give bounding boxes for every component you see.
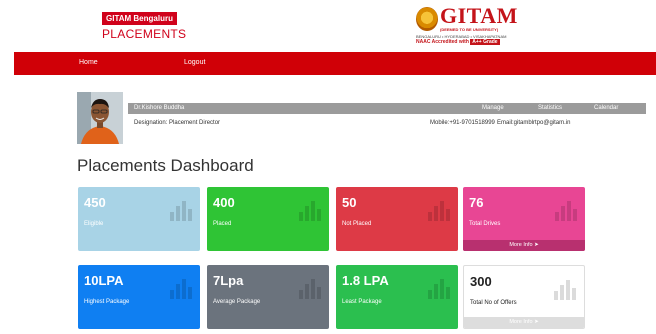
bar-chart-icon: [428, 201, 450, 221]
profile-mobile: Mobile:+91-9701518999: [430, 120, 495, 126]
tile-placed: 400 Placed: [207, 187, 329, 251]
more-info-link[interactable]: More Info ➤: [464, 317, 584, 328]
tile-value: 10LPA: [84, 273, 124, 288]
bar-chart-icon: [428, 279, 450, 299]
tile-value: 400: [213, 195, 235, 210]
arrow-circle-right-icon: ➤: [534, 319, 539, 325]
link-manage[interactable]: Manage: [482, 105, 504, 111]
nav-home[interactable]: Home: [79, 59, 98, 66]
profile-bar: Dr.Kishore Buddha Manage Statistics Cale…: [128, 103, 646, 114]
gitam-logo: GITAM (DEEMED TO BE UNIVERSITY) BENGALUR…: [416, 3, 528, 48]
tile-total-drives: 76 Total Drives More Info ➤: [463, 187, 585, 251]
link-statistics[interactable]: Statistics: [538, 105, 562, 111]
more-info-label: More Info: [509, 319, 533, 325]
tile-label: Total No of Offers: [470, 300, 517, 306]
tile-eligible: 450 Eligible: [78, 187, 200, 251]
tile-label: Average Package: [213, 299, 261, 305]
page-title: Placements Dashboard: [77, 156, 254, 175]
gitam-seal-icon: [416, 7, 438, 31]
arrow-circle-right-icon: ➤: [534, 242, 539, 248]
bar-chart-icon: [299, 279, 321, 299]
logo-university: (DEEMED TO BE UNIVERSITY): [440, 27, 499, 32]
tile-value: 300: [470, 274, 492, 289]
tile-average-package: 7Lpa Average Package: [207, 265, 329, 329]
tile-value: 7Lpa: [213, 273, 244, 288]
tile-label: Placed: [213, 221, 232, 227]
bar-chart-icon: [554, 280, 576, 300]
top-nav: Home Logout: [14, 52, 656, 75]
more-info-link[interactable]: More Info ➤: [463, 240, 585, 251]
profile-email: Email:gitamblrtpo@gitam.in: [497, 120, 571, 126]
bar-chart-icon: [555, 201, 577, 221]
tile-value: 1.8 LPA: [342, 273, 389, 288]
bar-chart-icon: [170, 201, 192, 221]
tile-not-placed: 50 Not Placed: [336, 187, 458, 251]
tile-value: 450: [84, 195, 106, 210]
tile-total-offers: 300 Total No of Offers More Info ➤: [463, 265, 585, 329]
tile-label: Not Placed: [342, 221, 372, 227]
logo-name: GITAM: [440, 3, 518, 28]
bar-chart-icon: [299, 201, 321, 221]
tile-value: 76: [469, 195, 484, 210]
tile-label: Total Drives: [469, 221, 501, 227]
tile-label: Highest Package: [84, 299, 130, 305]
bar-chart-icon: [170, 279, 192, 299]
tile-label: Least Package: [342, 299, 382, 305]
avatar-photo-icon: [77, 92, 123, 144]
tile-least-package: 1.8 LPA Least Package: [336, 265, 458, 329]
brand-subtitle: PLACEMENTS: [102, 27, 187, 41]
naac-text: NAAC Accredited with: [416, 39, 469, 45]
profile-name: Dr.Kishore Buddha: [134, 105, 185, 111]
tile-value: 50: [342, 195, 357, 210]
brand: GITAM Bengaluru PLACEMENTS: [102, 8, 186, 41]
profile-designation: Designation: Placement Director: [134, 120, 221, 126]
tile-highest-package: 10LPA Highest Package: [78, 265, 200, 329]
brand-title: GITAM Bengaluru: [102, 12, 177, 25]
link-calendar[interactable]: Calendar: [594, 105, 618, 111]
tile-label: Eligible: [84, 221, 104, 227]
more-info-label: More Info: [509, 242, 533, 248]
naac-grade: A++ Grade: [470, 39, 500, 45]
logo-naac: NAAC Accredited with A++ Grade: [416, 39, 500, 45]
avatar: [77, 92, 123, 144]
nav-logout[interactable]: Logout: [184, 59, 205, 66]
